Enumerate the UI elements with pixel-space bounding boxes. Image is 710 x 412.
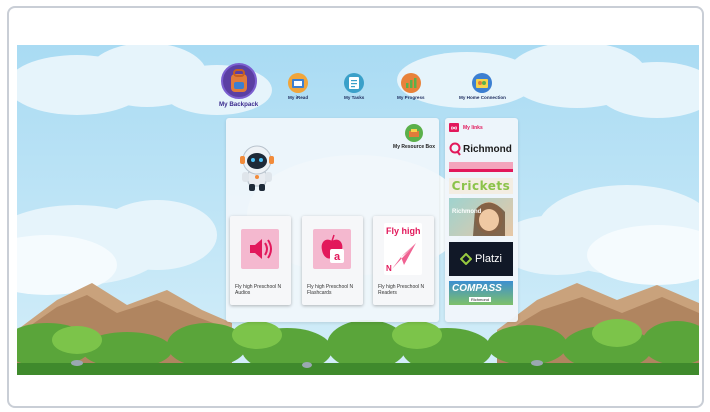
fly-high-logo-text: Fly high xyxy=(386,226,421,236)
link-icon xyxy=(449,123,459,132)
fly-high-logo: Fly high N xyxy=(384,223,422,275)
resource-card-flashcards[interactable]: a Fly high Preschool N Flashcards xyxy=(302,216,363,305)
crickets-text: Crickets xyxy=(451,179,511,193)
card-title: Fly high Preschool N Readers xyxy=(378,284,425,296)
links-header-label: My links xyxy=(463,124,483,131)
resource-panel: My Resource Box Fly high Preschool N Aud… xyxy=(226,118,439,322)
resource-box-label: My Resource Box xyxy=(393,144,435,150)
browser-frame: My Backpack My iRead My Tasks My Progres… xyxy=(7,6,704,408)
apple-letter-icon: a xyxy=(313,229,351,269)
links-panel: My links Richmond Crickets Richmond Plat… xyxy=(445,118,518,322)
nav-my-backpack[interactable]: My Backpack xyxy=(219,63,258,108)
app-scene: My Backpack My iRead My Tasks My Progres… xyxy=(17,45,699,375)
platzi-text: Platzi xyxy=(475,253,502,265)
richmond-text: Richmond xyxy=(463,143,512,155)
richmond-photo-text: Richmond xyxy=(452,209,482,215)
nav-label: My Backpack xyxy=(219,101,259,108)
tasks-icon xyxy=(344,73,365,93)
card-title: Fly high Preschool N Flashcards xyxy=(307,284,354,296)
nav-my-tasks[interactable]: My Tasks xyxy=(344,73,364,100)
home-connection-icon xyxy=(472,73,493,93)
nav-label: My iRead xyxy=(288,95,309,100)
links-header: My links xyxy=(449,123,483,132)
nav-label: My Tasks xyxy=(344,95,365,100)
nav-label: My Home Connection xyxy=(459,95,506,100)
compass-text: COMPASS xyxy=(452,283,502,294)
nav-my-iread[interactable]: My iRead xyxy=(288,73,308,100)
link-richmond[interactable]: Richmond xyxy=(449,140,513,158)
platzi-logo-icon xyxy=(460,253,473,265)
astronaut-mascot-icon xyxy=(240,145,274,191)
link-compass[interactable]: COMPASS Richmond xyxy=(449,281,513,305)
nav-my-home-connection[interactable]: My Home Connection xyxy=(459,73,506,100)
card-title: Fly high Preschool N Audios xyxy=(235,284,282,296)
nav-label: My Progress xyxy=(397,95,425,100)
compass-sub-text: Richmond xyxy=(469,297,492,302)
link-platzi[interactable]: Platzi xyxy=(449,242,513,276)
svg-text:a: a xyxy=(334,251,341,263)
richmond-logo-icon xyxy=(449,142,461,156)
resource-box-icon xyxy=(405,124,424,142)
iread-icon xyxy=(288,73,309,93)
link-crickets[interactable]: Crickets xyxy=(449,178,513,194)
progress-icon xyxy=(400,73,421,93)
fly-high-logo-letter: N xyxy=(386,264,392,273)
link-richmond-photo[interactable]: Richmond xyxy=(449,198,513,236)
resource-card-audios[interactable]: Fly high Preschool N Audios xyxy=(230,216,291,305)
banner-stripe xyxy=(449,169,513,172)
resource-card-readers[interactable]: Fly high N Fly high Preschool N Readers xyxy=(373,216,434,305)
smiling-person-image xyxy=(473,202,505,236)
backpack-icon xyxy=(220,63,257,99)
link-richmond-banner[interactable] xyxy=(449,162,513,172)
nav-my-progress[interactable]: My Progress xyxy=(397,73,425,100)
my-resource-box-button[interactable]: My Resource Box xyxy=(393,124,435,150)
speaker-icon xyxy=(241,229,279,269)
